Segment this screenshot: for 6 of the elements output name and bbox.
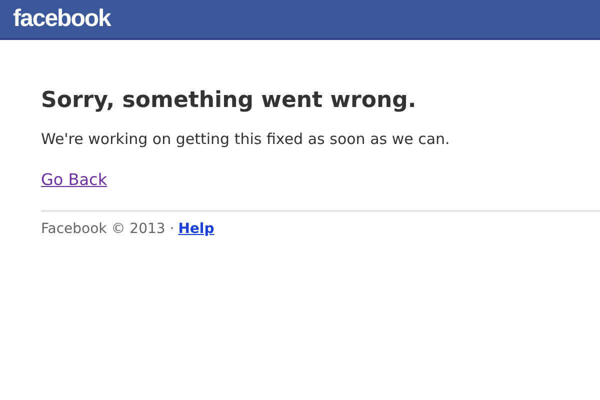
copyright-text: Facebook © 2013 ·	[41, 222, 174, 236]
error-title: Sorry, something went wrong.	[41, 90, 418, 112]
error-message: We're working on getting this fixed as soon as we can.	[41, 132, 451, 147]
help-link[interactable]: Help	[178, 222, 214, 236]
go-back-link[interactable]: Go Back	[41, 172, 108, 188]
logo[interactable]: facebook	[13, 7, 110, 31]
